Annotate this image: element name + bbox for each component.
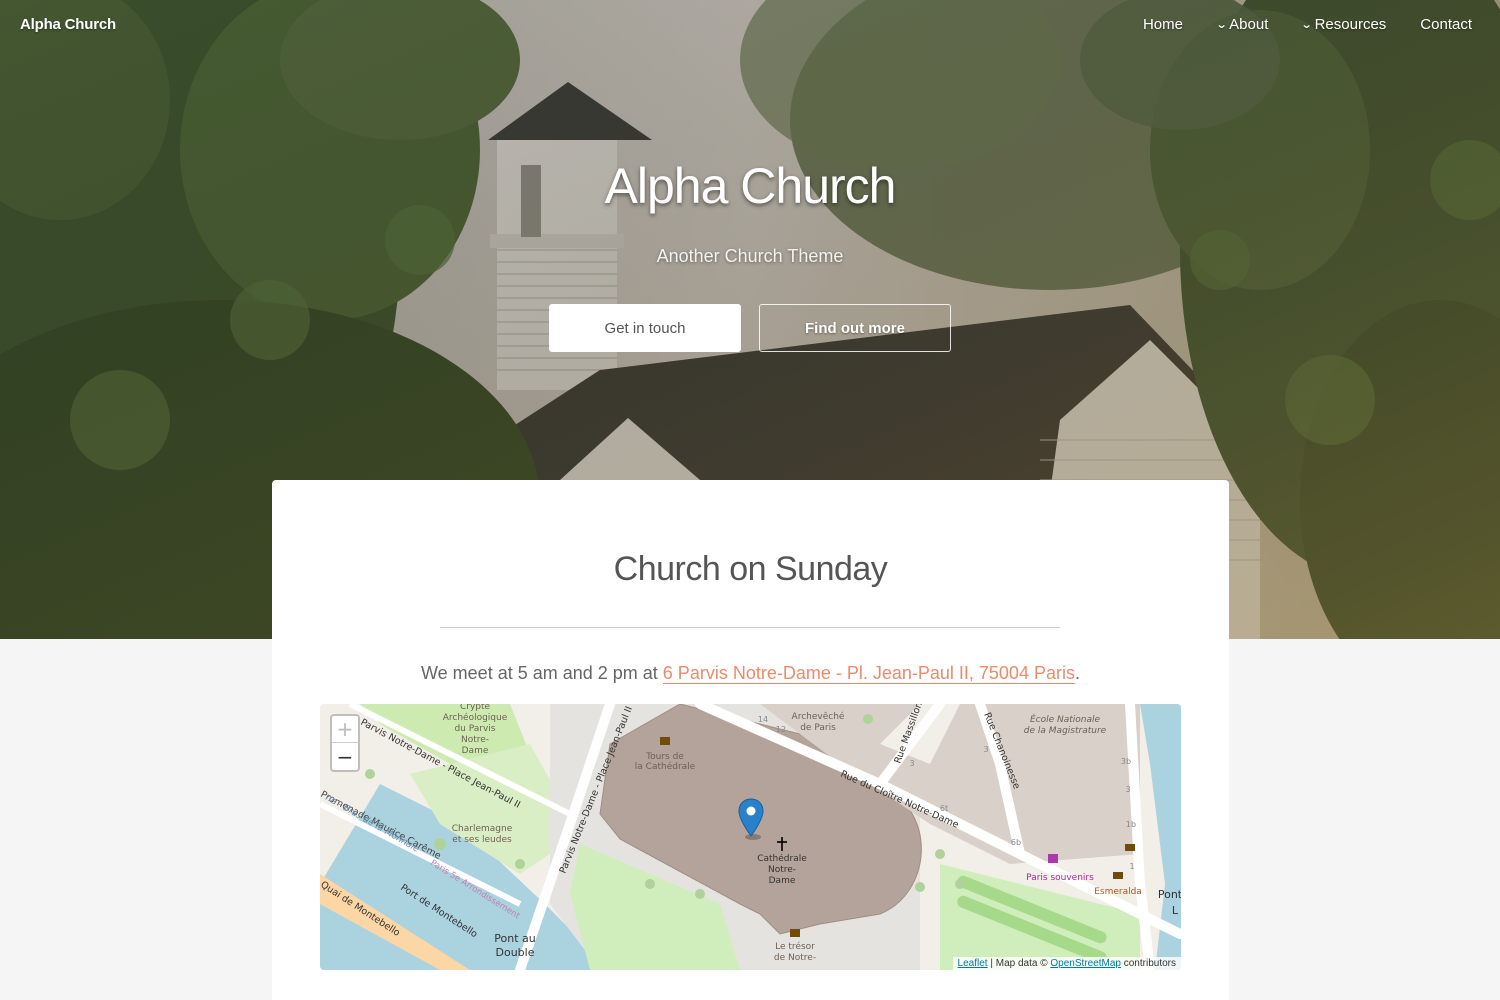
zoom-in-button[interactable]: + — [332, 716, 358, 743]
divider — [440, 627, 1060, 628]
hero-title: Alpha Church — [604, 158, 897, 214]
svg-text:de la Magistrature: de la Magistrature — [1024, 726, 1107, 736]
svg-text:Notre-: Notre- — [461, 735, 489, 745]
svg-text:et ses leudes: et ses leudes — [452, 835, 512, 845]
svg-text:Archéologique: Archéologique — [443, 712, 508, 723]
svg-text:Pont au: Pont au — [494, 932, 535, 945]
nav-about-label: About — [1229, 16, 1269, 33]
main-nav: Home ⌄ About ⌄ Resources Contact — [1109, 16, 1472, 33]
map-zoom-control: + − — [330, 714, 360, 772]
svg-text:3: 3 — [1125, 785, 1130, 794]
svg-text:3: 3 — [909, 759, 914, 768]
svg-text:6b: 6b — [1011, 838, 1021, 847]
svg-text:Charlemagne: Charlemagne — [452, 824, 513, 834]
brand-logo[interactable]: Alpha Church — [20, 16, 116, 33]
svg-text:Dame: Dame — [769, 876, 796, 886]
svg-text:Esmeralda: Esmeralda — [1094, 887, 1142, 897]
content-card: Church on Sunday We meet at 5 am and 2 p… — [272, 480, 1229, 1000]
meeting-info: We meet at 5 am and 2 pm at 6 Parvis Not… — [272, 663, 1229, 684]
nav-resources-label: Resources — [1314, 16, 1387, 33]
nav-home-label: Home — [1142, 16, 1183, 33]
meeting-text: We meet at 5 am and 2 pm at — [421, 663, 663, 683]
leaflet-link[interactable]: Leaflet — [958, 958, 988, 969]
svg-text:Tours de: Tours de — [645, 752, 684, 762]
find-out-more-button[interactable]: Find out more — [759, 304, 951, 352]
svg-text:Le trésor: Le trésor — [775, 941, 815, 952]
chevron-down-icon: ⌄ — [1215, 19, 1228, 31]
attribution-end-text: contributors — [1120, 958, 1176, 969]
svg-text:Pont: Pont — [1158, 888, 1181, 901]
attribution-text: | Map data © — [987, 958, 1051, 969]
nav-resources[interactable]: ⌄ Resources — [1300, 16, 1387, 33]
svg-text:Notre-: Notre- — [768, 865, 796, 875]
nav-contact[interactable]: Contact — [1420, 16, 1472, 33]
address-link[interactable]: 6 Parvis Notre-Dame - Pl. Jean-Paul II, … — [662, 663, 1075, 684]
osm-link[interactable]: OpenStreetMap — [1050, 958, 1121, 969]
location-marker-icon[interactable] — [738, 798, 764, 840]
meeting-text-end: . — [1074, 663, 1080, 683]
svg-text:3b: 3b — [1121, 757, 1131, 766]
svg-text:1: 1 — [1129, 862, 1134, 871]
svg-text:Paris souvenirs: Paris souvenirs — [1026, 873, 1094, 883]
map-attribution: Leaflet | Map data © OpenStreetMap contr… — [952, 957, 1181, 970]
section-title: Church on Sunday — [613, 550, 888, 588]
svg-text:1b: 1b — [1126, 820, 1136, 829]
svg-text:Archevêché: Archevêché — [792, 711, 845, 722]
location-map[interactable]: Crypte Archéologique du Parvis Notre- Da… — [320, 704, 1181, 970]
svg-text:École Nationale: École Nationale — [1030, 713, 1101, 725]
hero-subtitle: Another Church Theme — [656, 246, 844, 266]
svg-text:Double: Double — [496, 946, 535, 959]
svg-text:de Paris: de Paris — [800, 723, 836, 733]
nav-contact-label: Contact — [1420, 16, 1472, 33]
nav-home[interactable]: Home — [1143, 16, 1183, 33]
svg-text:14: 14 — [758, 715, 768, 724]
svg-text:du Parvis: du Parvis — [454, 724, 495, 734]
zoom-out-button[interactable]: − — [332, 743, 358, 770]
svg-text:Dame: Dame — [462, 746, 489, 756]
nav-about[interactable]: ⌄ About — [1215, 16, 1269, 33]
map-label-crypte: Crypte — [460, 704, 491, 712]
get-in-touch-button[interactable]: Get in touch — [549, 304, 741, 352]
svg-text:L: L — [1172, 904, 1179, 917]
svg-text:3: 3 — [983, 745, 988, 754]
svg-text:la Cathédrale: la Cathédrale — [635, 761, 696, 772]
svg-text:de Notre-: de Notre- — [774, 953, 816, 963]
svg-text:12: 12 — [776, 725, 786, 734]
chevron-down-icon: ⌄ — [1300, 19, 1313, 31]
svg-text:Cathédrale: Cathédrale — [757, 853, 807, 864]
